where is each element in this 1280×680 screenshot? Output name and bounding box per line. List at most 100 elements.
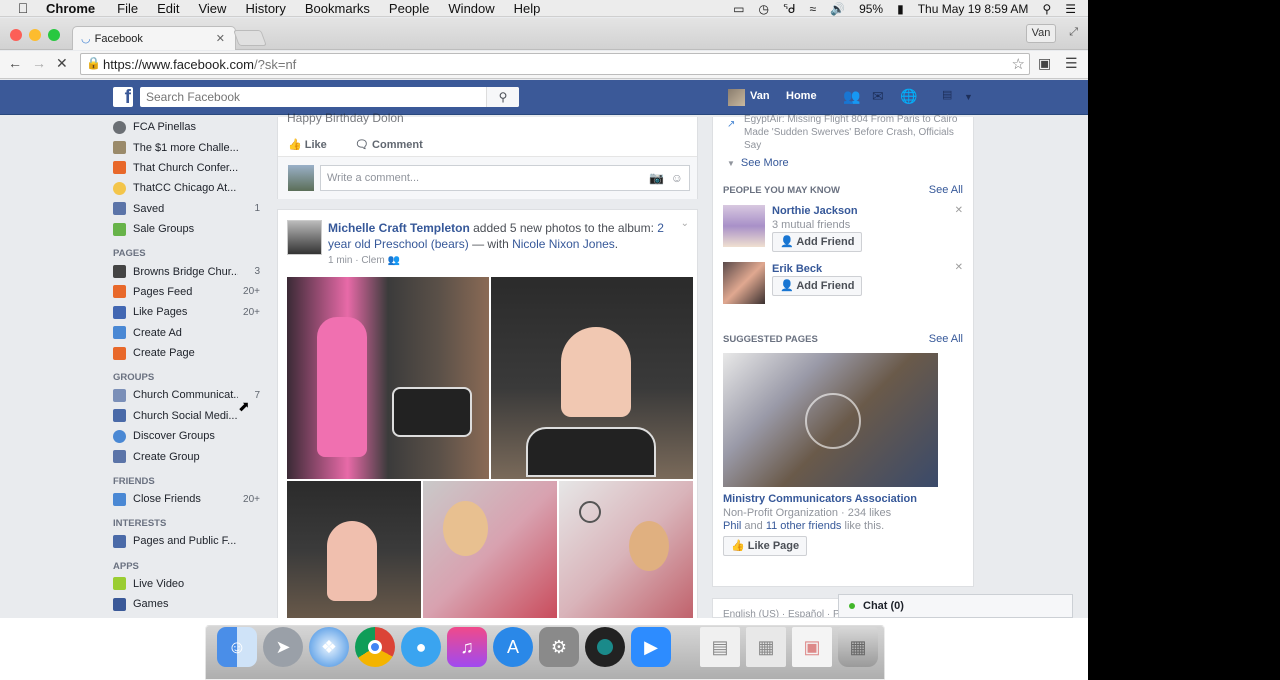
comment-button[interactable]: 🗨 Comment — [355, 138, 423, 151]
downloads-stack-icon[interactable]: ▣ — [792, 627, 832, 667]
tab-facebook[interactable]: ◡ Facebook ✕ — [72, 26, 236, 50]
pymk-photo-erik[interactable] — [723, 262, 765, 304]
menu-people[interactable]: People — [389, 1, 429, 16]
zoom-app-icon[interactable]: ▶ — [631, 627, 671, 667]
finder-icon[interactable]: ☺ — [217, 627, 257, 667]
other-friends-link[interactable]: 11 other friends — [766, 520, 842, 532]
menu-help[interactable]: Help — [514, 1, 541, 16]
trash-icon[interactable]: ▦ — [838, 627, 878, 667]
post-photo-1[interactable] — [287, 277, 489, 479]
nav-item-that-church-conference[interactable]: That Church Confer... — [113, 158, 265, 178]
post-photo-2[interactable] — [491, 277, 693, 479]
nav-item-browns-bridge[interactable]: Browns Bridge Chur... 3 — [113, 261, 265, 281]
suggested-page-name[interactable]: Ministry Communicators Association — [723, 493, 917, 505]
fullscreen-icon[interactable]: ⤢ — [1069, 26, 1078, 39]
nav-item-1-more-challenge[interactable]: The $1 more Challe... — [113, 137, 265, 157]
add-friend-button-erik[interactable]: 👤 Add Friend — [772, 276, 863, 296]
nav-item-create-page[interactable]: Create Page — [113, 343, 265, 363]
pymk-name-erik[interactable]: Erik Beck — [772, 263, 822, 275]
suggested-see-all-link[interactable]: See All — [929, 333, 963, 345]
suggested-page-image[interactable] — [723, 353, 938, 487]
nav-item-saved[interactable]: Saved 1 — [113, 199, 265, 219]
dismiss-pymk-northie-icon[interactable]: ✕ — [955, 205, 963, 216]
app-store-icon[interactable]: A — [493, 627, 533, 667]
tab-close-icon[interactable]: ✕ — [216, 32, 225, 45]
time-machine-icon[interactable]: ◷ — [758, 2, 768, 16]
nav-item-fca-pinellas[interactable]: FCA Pinellas — [113, 117, 265, 137]
camera-app-icon[interactable] — [585, 627, 625, 667]
messages-app-icon[interactable]: ● — [401, 627, 441, 667]
pymk-mutual-northie[interactable]: 3 mutual friends — [772, 219, 850, 231]
audience-friends-icon[interactable]: 👥 — [387, 255, 399, 266]
like-button[interactable]: 👍 Like — [288, 138, 327, 151]
see-more-link[interactable]: ▼ See More — [727, 157, 789, 169]
address-bar[interactable]: 🔒 https://www.facebook.com/?sk=nf ☆ — [80, 53, 1030, 75]
post-author-avatar[interactable] — [287, 220, 322, 255]
language-links[interactable]: English (US) · Español · P — [723, 609, 840, 617]
messages-icon[interactable]: ✉ — [872, 88, 884, 105]
nav-item-thatcc-chicago[interactable]: ThatCC Chicago At... — [113, 178, 265, 198]
add-friend-button-northie[interactable]: 👤 Add Friend — [772, 232, 863, 252]
apple-icon[interactable]:  — [0, 0, 46, 16]
post-photo-4[interactable] — [423, 481, 557, 621]
menu-window[interactable]: Window — [448, 1, 494, 16]
dismiss-pymk-erik-icon[interactable]: ✕ — [955, 262, 963, 273]
menu-app-name[interactable]: Chrome — [46, 1, 95, 16]
airplay-icon[interactable]: ▭ — [733, 2, 744, 16]
pymk-see-all-link[interactable]: See All — [929, 184, 963, 196]
comment-input[interactable]: Write a comment... 📷 ☺ — [320, 165, 690, 191]
nav-item-like-pages[interactable]: Like Pages 20+ — [113, 302, 265, 322]
chrome-icon[interactable] — [355, 627, 395, 667]
nav-item-create-group[interactable]: Create Group — [113, 446, 265, 466]
new-tab-button[interactable] — [233, 30, 267, 46]
tagged-friend-link[interactable]: Nicole Nixon Jones — [512, 237, 615, 251]
safari-icon[interactable]: ❖ — [309, 627, 349, 667]
home-link[interactable]: Home — [786, 90, 817, 102]
post-photo-3[interactable] — [287, 481, 421, 621]
menu-edit[interactable]: Edit — [157, 1, 179, 16]
menu-history[interactable]: History — [245, 1, 285, 16]
post-photo-5[interactable] — [559, 481, 693, 621]
wifi-icon[interactable]: ≈ — [810, 2, 817, 16]
search-icon[interactable]: ⚲ — [486, 87, 519, 107]
chat-bar[interactable]: Chat (0) — [838, 594, 1073, 618]
system-preferences-icon[interactable]: ⚙ — [539, 627, 579, 667]
volume-icon[interactable]: 🔊 — [830, 2, 845, 16]
friend-link-phil[interactable]: Phil — [723, 520, 741, 532]
spotlight-icon[interactable]: ⚲ — [1042, 2, 1051, 16]
menubar-datetime[interactable]: Thu May 19 8:59 AM — [918, 2, 1029, 16]
menu-view[interactable]: View — [198, 1, 226, 16]
nav-item-create-ad[interactable]: Create Ad — [113, 323, 265, 343]
facebook-search-input[interactable] — [140, 87, 519, 107]
camera-icon[interactable]: 📷 — [649, 171, 664, 185]
post-author-link[interactable]: Michelle Craft Templeton — [328, 221, 470, 235]
document-icon[interactable]: ▤ — [700, 627, 740, 667]
notifications-globe-icon[interactable]: 🌐 — [900, 88, 917, 105]
user-name-link[interactable]: Van — [750, 90, 770, 102]
like-page-button[interactable]: 👍 Like Page — [723, 536, 808, 556]
stop-icon[interactable]: ✕ — [56, 55, 68, 72]
post-options-chevron-icon[interactable]: ⌄ — [681, 218, 689, 229]
pymk-photo-northie[interactable] — [723, 205, 765, 247]
nav-item-sale-groups[interactable]: Sale Groups — [113, 219, 265, 239]
extension-icon[interactable]: ▣ — [1038, 55, 1051, 72]
back-icon[interactable]: ← — [8, 55, 22, 71]
bluetooth-icon[interactable]: ᖁ — [783, 2, 796, 16]
account-menu-chevron-icon[interactable]: ▼ — [964, 92, 973, 102]
notification-center-icon[interactable]: ☰ — [1065, 2, 1076, 16]
nav-item-discover-groups[interactable]: Discover Groups — [113, 426, 265, 446]
menu-file[interactable]: File — [117, 1, 138, 16]
nav-item-close-friends[interactable]: Close Friends 20+ — [113, 489, 265, 509]
menu-bookmarks[interactable]: Bookmarks — [305, 1, 370, 16]
user-avatar[interactable] — [728, 89, 745, 106]
pymk-name-northie[interactable]: Northie Jackson — [772, 205, 858, 217]
itunes-icon[interactable]: ♫ — [447, 627, 487, 667]
forward-icon[interactable]: → — [32, 55, 46, 71]
emoji-icon[interactable]: ☺ — [671, 171, 683, 185]
nav-item-live-video[interactable]: Live Video — [113, 574, 265, 594]
facebook-logo[interactable]: f — [113, 87, 133, 107]
nav-item-pages-feed[interactable]: Pages Feed 20+ — [113, 282, 265, 302]
chrome-menu-icon[interactable]: ☰ — [1065, 55, 1078, 72]
bookmark-star-icon[interactable]: ☆ — [1012, 55, 1025, 73]
battery-percent[interactable]: 95% — [859, 2, 883, 16]
